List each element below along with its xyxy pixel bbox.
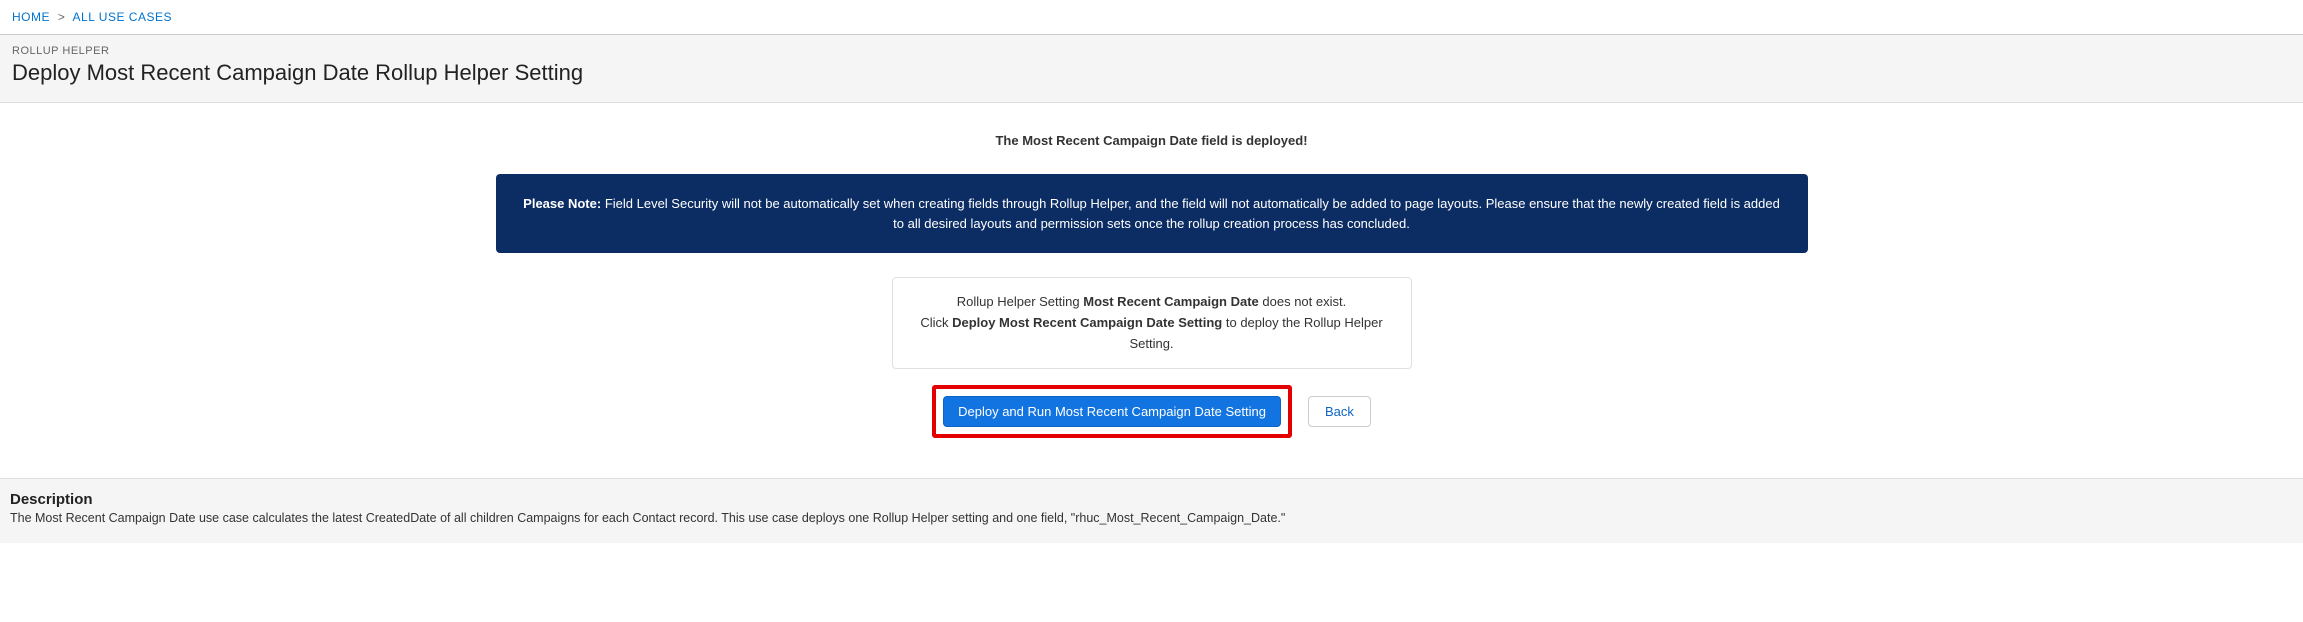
main-content: The Most Recent Campaign Date field is d… xyxy=(0,103,2303,478)
highlight-frame: Deploy and Run Most Recent Campaign Date… xyxy=(932,385,1292,438)
page-title: Deploy Most Recent Campaign Date Rollup … xyxy=(12,60,2291,86)
description-heading: Description xyxy=(10,491,2293,508)
breadcrumb-all-use-cases-link[interactable]: ALL USE CASES xyxy=(73,10,172,24)
page-header: ROLLUP HELPER Deploy Most Recent Campaig… xyxy=(0,34,2303,103)
breadcrumb: HOME > ALL USE CASES xyxy=(0,0,2303,34)
breadcrumb-separator: > xyxy=(58,10,66,24)
back-button[interactable]: Back xyxy=(1308,396,1371,427)
please-note-body: Field Level Security will not be automat… xyxy=(601,196,1780,231)
detail-line1-post: does not exist. xyxy=(1259,294,1346,309)
setting-instruction-line: Click Deploy Most Recent Campaign Date S… xyxy=(913,313,1391,355)
deploy-and-run-button[interactable]: Deploy and Run Most Recent Campaign Date… xyxy=(943,396,1281,427)
detail-line1-bold: Most Recent Campaign Date xyxy=(1083,294,1259,309)
deployed-message: The Most Recent Campaign Date field is d… xyxy=(0,133,2303,148)
detail-line2-pre: Click xyxy=(920,315,952,330)
setting-detail-box: Rollup Helper Setting Most Recent Campai… xyxy=(892,277,1412,369)
detail-line1-pre: Rollup Helper Setting xyxy=(957,294,1083,309)
please-note-box: Please Note: Field Level Security will n… xyxy=(496,174,1808,253)
breadcrumb-home-link[interactable]: HOME xyxy=(12,10,50,24)
page-eyebrow: ROLLUP HELPER xyxy=(12,45,2291,57)
button-row: Deploy and Run Most Recent Campaign Date… xyxy=(0,385,2303,438)
detail-line2-bold: Deploy Most Recent Campaign Date Setting xyxy=(952,315,1222,330)
description-section: Description The Most Recent Campaign Dat… xyxy=(0,478,2303,543)
setting-not-exist-line: Rollup Helper Setting Most Recent Campai… xyxy=(913,292,1391,313)
please-note-prefix: Please Note: xyxy=(523,196,601,211)
description-body: The Most Recent Campaign Date use case c… xyxy=(10,511,2293,525)
